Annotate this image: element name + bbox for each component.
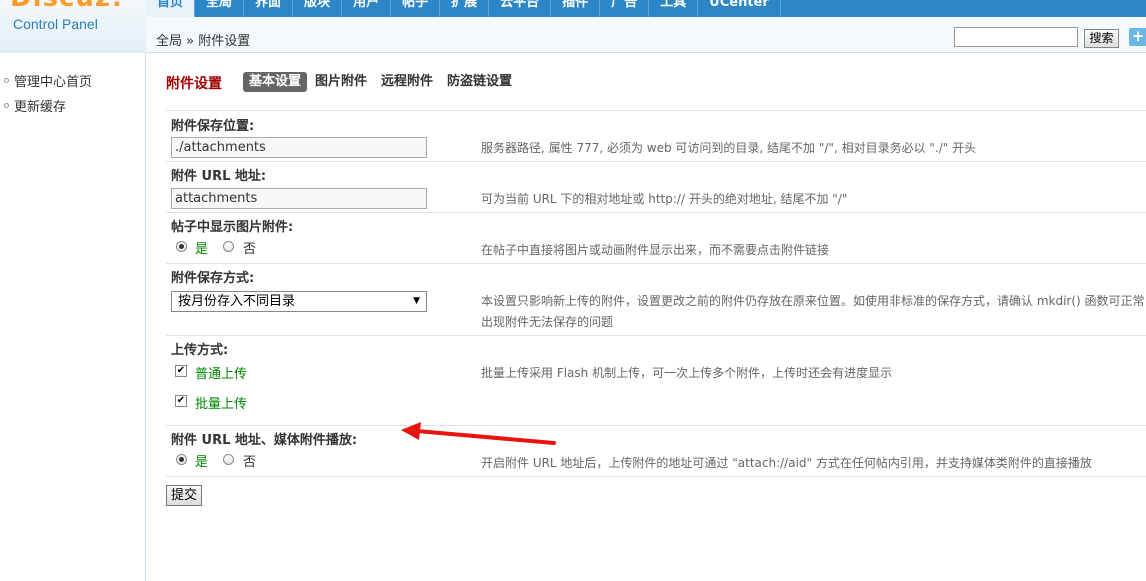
help-url: 可为当前 URL 下的相对地址或 http:// 开头的绝对地址, 结尾不加 "… (481, 192, 848, 206)
divider (166, 212, 1146, 213)
sidebar-item-admin-home[interactable]: 管理中心首页 (4, 71, 92, 90)
radio-show-images-yes[interactable] (176, 241, 187, 252)
field-label-media: 附件 URL 地址、媒体附件播放: (171, 433, 358, 448)
nav-cloud[interactable]: 云平台 (489, 0, 552, 17)
tab-basic-settings[interactable]: 基本设置 (243, 72, 308, 92)
help-save-mode-line2: 出现附件无法保存的问题 (481, 315, 614, 329)
divider (166, 425, 1146, 426)
bullet-icon (4, 103, 9, 108)
red-arrow-annotation-icon (401, 422, 556, 445)
page-title: 附件设置 (166, 76, 222, 92)
nav-forums[interactable]: 版块 (293, 0, 343, 17)
sidebar: 管理中心首页 更新缓存 (0, 53, 146, 581)
nav-ucenter[interactable]: UCenter (698, 0, 781, 17)
nav-global[interactable]: 全局 (195, 0, 245, 17)
divider (166, 335, 1146, 336)
save-mode-selected: 按月份存入不同目录 (178, 294, 296, 309)
field-label-save-mode: 附件保存方式: (171, 271, 255, 286)
add-shortcut-icon[interactable]: + (1129, 28, 1146, 46)
sidebar-item-update-cache[interactable]: 更新缓存 (4, 96, 66, 115)
dropdown-arrow-icon: ▼ (413, 296, 420, 306)
tab-anti-leech[interactable]: 防盗链设置 (447, 72, 512, 92)
radio-label-yes: 是 (195, 242, 209, 257)
radio-label-no: 否 (243, 455, 257, 470)
divider (166, 110, 1146, 111)
radio-label-no: 否 (243, 242, 257, 257)
logo-subtitle: Control Panel (13, 16, 98, 32)
nav-style[interactable]: 界面 (244, 0, 294, 17)
nav-ads[interactable]: 广告 (600, 0, 650, 17)
tab-image-attachments[interactable]: 图片附件 (315, 72, 367, 92)
help-upload-mode: 批量上传采用 Flash 机制上传，可一次上传多个附件，上传时还会有进度显示 (481, 366, 893, 380)
header: Discuz! Control Panel 首页 全局 界面 版块 用户 帖子 … (0, 0, 1146, 53)
top-nav: 首页 全局 界面 版块 用户 帖子 扩展 云平台 插件 广告 工具 UCente… (146, 0, 1146, 17)
field-label-upload-mode: 上传方式: (171, 343, 229, 358)
nav-users[interactable]: 用户 (342, 0, 392, 17)
checkbox-label-normal-upload: 普通上传 (195, 367, 248, 382)
divider (166, 263, 1146, 264)
divider (166, 476, 1146, 477)
logo[interactable]: Discuz! Control Panel (0, 0, 146, 53)
search-button[interactable]: 搜索 (1084, 29, 1119, 48)
breadcrumb-bar: 全局 » 附件设置 搜索 + (146, 17, 1146, 53)
breadcrumb: 全局 » 附件设置 (156, 34, 251, 49)
main-content: 附件设置 基本设置 图片附件 远程附件 防盗链设置 附件保存位置: ./atta… (147, 54, 1146, 581)
nav-home[interactable]: 首页 (146, 0, 196, 17)
radio-media-yes[interactable] (176, 454, 187, 465)
checkbox-normal-upload[interactable]: ✔ (175, 365, 187, 377)
divider (166, 161, 1146, 162)
nav-threads[interactable]: 帖子 (391, 0, 441, 17)
field-label-url: 附件 URL 地址: (171, 169, 267, 184)
save-mode-select[interactable]: 按月份存入不同目录 ▼ (171, 291, 427, 312)
search-input[interactable] (954, 27, 1078, 47)
tab-remote-attachments[interactable]: 远程附件 (381, 72, 433, 92)
radio-show-images-no[interactable] (223, 241, 234, 252)
field-label-save-path: 附件保存位置: (171, 119, 255, 134)
help-save-path: 服务器路径, 属性 777, 必须为 web 可访问到的目录, 结尾不加 "/"… (481, 141, 977, 155)
bullet-icon (4, 78, 9, 83)
help-show-images: 在帖子中直接将图片或动画附件显示出来，而不需要点击附件链接 (481, 243, 830, 257)
radio-media-no[interactable] (223, 454, 234, 465)
help-media: 开启附件 URL 地址后，上传附件的地址可通过 "attach://aid" 方… (481, 456, 1092, 470)
checkbox-batch-upload[interactable]: ✔ (175, 395, 187, 407)
checkbox-label-batch-upload: 批量上传 (195, 397, 248, 412)
save-path-input[interactable]: ./attachments (171, 137, 427, 158)
sidebar-item-label: 管理中心首页 (14, 75, 93, 90)
nav-plugins[interactable]: 插件 (551, 0, 601, 17)
logo-brand: Discuz! (10, 0, 124, 13)
url-input[interactable]: attachments (171, 188, 427, 209)
submit-button[interactable]: 提交 (166, 485, 202, 506)
radio-label-yes: 是 (195, 455, 209, 470)
help-save-mode-line1: 本设置只影响新上传的附件，设置更改之前的附件仍存放在原来位置。如使用非标准的保存… (481, 294, 1145, 308)
nav-tools[interactable]: 工具 (649, 0, 699, 17)
sidebar-item-label: 更新缓存 (14, 100, 67, 115)
field-label-show-images: 帖子中显示图片附件: (171, 220, 294, 235)
nav-extensions[interactable]: 扩展 (440, 0, 490, 17)
